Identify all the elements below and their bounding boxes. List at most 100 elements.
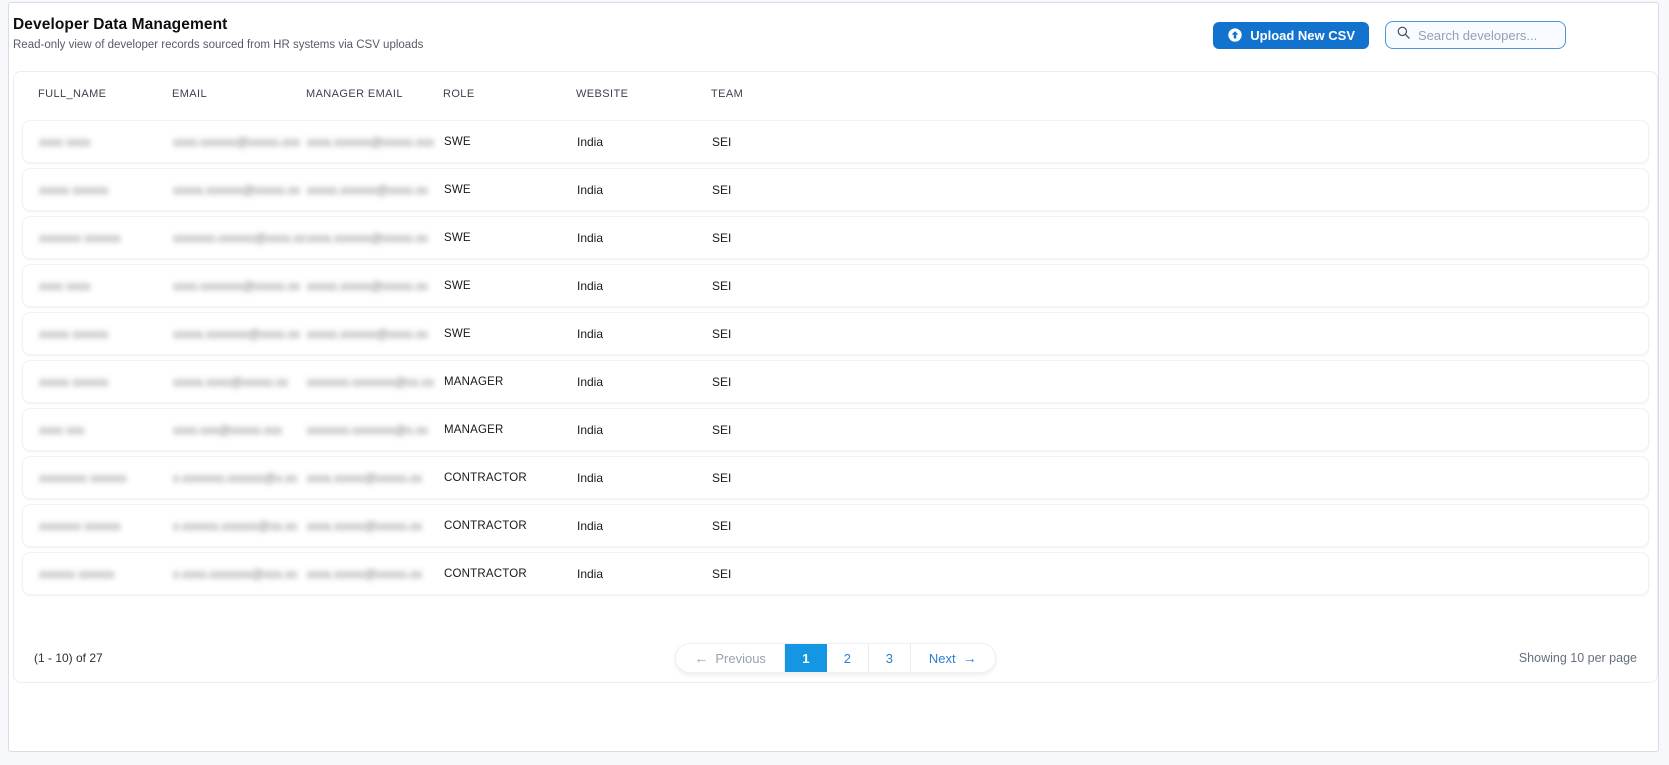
arrow-left-icon: ← <box>694 650 709 666</box>
table-row: xxxx xxx xxxx.xxx@xxxxx.xxx xxxxxxx.xxxxxx… <box>22 408 1649 451</box>
column-header-website: WEBSITE <box>576 88 629 100</box>
cell-team: SEI <box>712 470 732 485</box>
upload-new-csv-button[interactable]: Upload New CSV <box>1213 21 1369 49</box>
cell-team: SEI <box>712 326 732 341</box>
table-body: xxxx xxxx xxxx.xxxxxx@xxxxx.xxx xxxx.xxxxx… <box>14 120 1657 595</box>
cell-email: x.xxxxxx.xxxxxx@xx.xx <box>173 518 298 533</box>
cell-full-name: xxxxxx xxxxxx <box>39 566 115 581</box>
cell-manager-email: xxxx.xxxxx@xxxxx.xx <box>307 470 422 485</box>
cell-role: SWE <box>444 183 471 196</box>
cell-role: CONTRACTOR <box>444 471 527 484</box>
search-icon <box>1396 25 1411 45</box>
cell-role: CONTRACTOR <box>444 567 527 580</box>
toolbar: Upload New CSV <box>1213 21 1566 49</box>
column-header-team: TEAM <box>711 88 744 100</box>
pagination: ← Previous 1 2 3 Next → <box>675 643 996 673</box>
cell-manager-email: xxxxx.xxxxxx@xxxx.xx <box>307 326 428 341</box>
search-input[interactable] <box>1418 27 1555 43</box>
table-footer: (1 - 10) of 27 ← Previous 1 2 3 Next → S… <box>14 643 1657 673</box>
cell-website: India <box>577 230 604 245</box>
previous-page-button[interactable]: ← Previous <box>676 644 785 672</box>
cell-website: India <box>577 422 604 437</box>
cell-full-name: xxxxx xxxxxx <box>39 326 109 341</box>
table-row: xxxx xxxx xxxx.xxxxxxx@xxxxx.xx xxxxx.xxxx… <box>22 264 1649 307</box>
cell-website: India <box>577 566 604 581</box>
cell-website: India <box>577 518 604 533</box>
developers-table: FULL_NAME EMAIL MANAGER EMAIL ROLE WEBSI… <box>13 71 1658 683</box>
page-button-2[interactable]: 2 <box>827 644 869 672</box>
table-row: xxxxx xxxxxx xxxxx.xxxxxx@xxxxx.xx xxxxx.x… <box>22 168 1649 211</box>
cell-full-name: xxxx xxx <box>39 422 85 437</box>
row-range-label: (1 - 10) of 27 <box>34 651 103 665</box>
next-page-button[interactable]: Next → <box>911 644 995 672</box>
table-row: xxxxxx xxxxxx x.xxxx.xxxxxxx@xxx.xx xxxx.x… <box>22 552 1649 595</box>
cell-full-name: xxxxx xxxxxx <box>39 182 109 197</box>
cell-website: India <box>577 374 604 389</box>
cell-role: MANAGER <box>444 423 504 436</box>
previous-label: Previous <box>715 650 766 666</box>
cell-manager-email: xxxxx.xxxxxx@xxxx.xx <box>307 182 428 197</box>
cell-role: MANAGER <box>444 375 504 388</box>
cell-manager-email: xxxx.xxxxx@xxxxx.xx <box>307 518 422 533</box>
cell-manager-email: xxxxx.xxxxx@xxxxx.xx <box>307 278 428 293</box>
table-row: xxxxx xxxxxx xxxxx.xxxxxxx@xxxx.xx xxxxx.x… <box>22 312 1649 355</box>
main-panel: Developer Data Management Read-only view… <box>8 2 1659 752</box>
column-header-manager-email: MANAGER EMAIL <box>306 88 403 100</box>
cell-manager-email: xxxx.xxxxxx@xxxxx.xxx <box>307 134 434 149</box>
cell-website: India <box>577 326 604 341</box>
upload-arrow-circle-icon <box>1227 27 1243 43</box>
cell-team: SEI <box>712 230 732 245</box>
cell-email: xxxxxxx.xxxxxx@xxxx.xx <box>173 230 306 245</box>
cell-email: x.xxxx.xxxxxxx@xxx.xx <box>173 566 298 581</box>
cell-full-name: xxxxxxxx xxxxxx <box>39 470 127 485</box>
cell-full-name: xxxx xxxx <box>39 134 91 149</box>
cell-website: India <box>577 470 604 485</box>
cell-full-name: xxxxx xxxxxx <box>39 374 109 389</box>
cell-team: SEI <box>712 182 732 197</box>
table-row: xxxx xxxx xxxx.xxxxxx@xxxxx.xxx xxxx.xxxxx… <box>22 120 1649 163</box>
table-row: xxxxxxxx xxxxxx x.xxxxxxx.xxxxxx@x.xx xxxx… <box>22 456 1649 499</box>
next-label: Next <box>928 650 956 666</box>
cell-team: SEI <box>712 518 732 533</box>
cell-team: SEI <box>712 422 732 437</box>
table-row: xxxxxxx xxxxxx x.xxxxxx.xxxxxx@xx.xx xxxx.… <box>22 504 1649 547</box>
search-box <box>1385 21 1566 49</box>
cell-manager-email: xxxx.xxxxxx@xxxxx.xx <box>307 230 428 245</box>
table-header-row: FULL_NAME EMAIL MANAGER EMAIL ROLE WEBSI… <box>14 80 1657 108</box>
cell-email: xxxxx.xxxxxxx@xxxx.xx <box>173 326 300 341</box>
cell-full-name: xxxxxxx xxxxxx <box>39 230 121 245</box>
cell-full-name: xxxx xxxx <box>39 278 91 293</box>
cell-role: SWE <box>444 327 471 340</box>
cell-team: SEI <box>712 278 732 293</box>
arrow-right-icon: → <box>962 650 977 666</box>
table-row: xxxxx xxxxxx xxxxx.xxxx@xxxxx.xx xxxxxxx.x… <box>22 360 1649 403</box>
cell-email: xxxx.xxxxxx@xxxxx.xxx <box>173 134 300 149</box>
cell-email: xxxx.xxx@xxxxx.xxx <box>173 422 282 437</box>
column-header-email: EMAIL <box>172 88 208 100</box>
cell-email: xxxxx.xxxx@xxxxx.xx <box>173 374 288 389</box>
cell-email: x.xxxxxxx.xxxxxx@x.xx <box>173 470 298 485</box>
cell-role: SWE <box>444 279 471 292</box>
cell-website: India <box>577 278 604 293</box>
column-header-full-name: FULL_NAME <box>38 88 107 100</box>
table-row: xxxxxxx xxxxxx xxxxxxx.xxxxxx@xxxx.xx xxxx… <box>22 216 1649 259</box>
cell-email: xxxx.xxxxxxx@xxxxx.xx <box>173 278 300 293</box>
cell-full-name: xxxxxxx xxxxxx <box>39 518 121 533</box>
cell-team: SEI <box>712 374 732 389</box>
per-page-label: Showing 10 per page <box>1518 651 1637 665</box>
cell-team: SEI <box>712 566 732 581</box>
column-header-role: ROLE <box>443 88 475 100</box>
cell-email: xxxxx.xxxxxx@xxxxx.xx <box>173 182 300 197</box>
cell-team: SEI <box>712 134 732 149</box>
cell-manager-email: xxxx.xxxxx@xxxxx.xx <box>307 566 422 581</box>
cell-role: CONTRACTOR <box>444 519 527 532</box>
cell-website: India <box>577 134 604 149</box>
upload-button-label: Upload New CSV <box>1250 27 1355 43</box>
cell-role: SWE <box>444 135 471 148</box>
cell-manager-email: xxxxxxx.xxxxxxx@xx.xx <box>307 374 434 389</box>
page-button-1[interactable]: 1 <box>784 644 827 672</box>
cell-website: India <box>577 182 604 197</box>
cell-role: SWE <box>444 231 471 244</box>
page-button-3[interactable]: 3 <box>869 644 911 672</box>
cell-manager-email: xxxxxxx.xxxxxxx@x.xx <box>307 422 428 437</box>
